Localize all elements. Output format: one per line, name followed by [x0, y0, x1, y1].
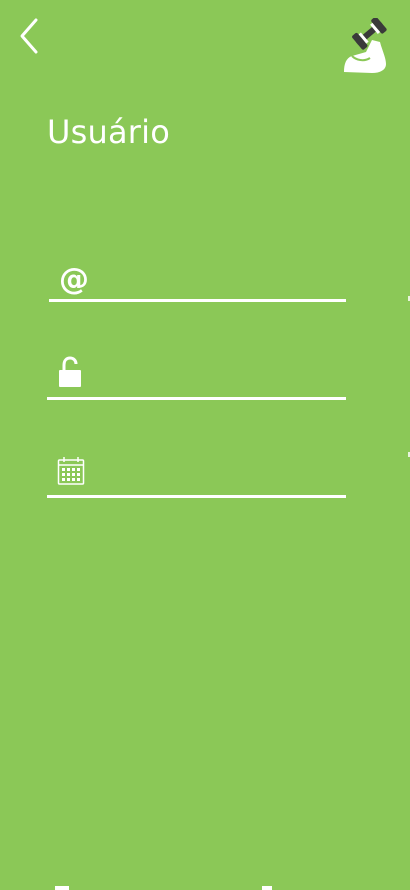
offscreen-fragment [262, 886, 272, 890]
user-screen: Usuário @ [0, 0, 410, 890]
birthdate-field [47, 448, 346, 498]
email-input[interactable] [93, 262, 346, 296]
flexed-arm-dumbbell-icon [340, 16, 388, 74]
chevron-left-icon [20, 18, 38, 54]
birthdate-underline [47, 495, 346, 498]
page-title: Usuário [47, 113, 171, 151]
password-field [47, 350, 346, 400]
back-button[interactable] [14, 16, 46, 58]
email-field: @ [49, 252, 346, 302]
birthdate-input[interactable] [91, 458, 346, 492]
email-underline [49, 299, 346, 302]
unlocked-padlock-icon [57, 356, 83, 392]
password-input[interactable] [91, 360, 346, 394]
offscreen-fragment [55, 886, 69, 890]
calendar-icon [57, 456, 85, 490]
password-underline [47, 397, 346, 400]
at-sign-icon: @ [59, 262, 89, 297]
